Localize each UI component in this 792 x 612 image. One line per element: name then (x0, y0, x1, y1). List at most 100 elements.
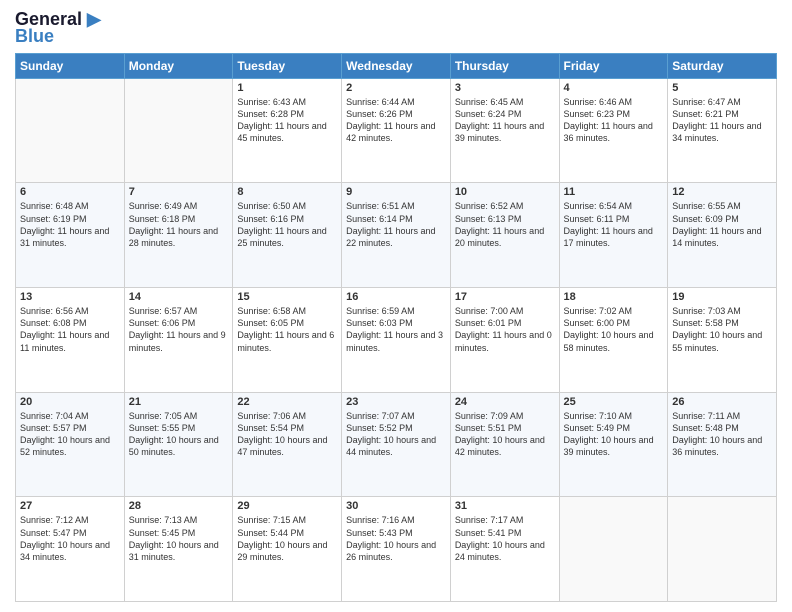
day-number: 16 (346, 291, 446, 303)
day-number: 9 (346, 186, 446, 198)
cell-info: Sunrise: 6:58 AM Sunset: 6:05 PM Dayligh… (237, 305, 337, 354)
calendar-cell (559, 497, 668, 602)
calendar-cell: 2 Sunrise: 6:44 AM Sunset: 6:26 PM Daylig… (342, 78, 451, 183)
calendar-cell: 27 Sunrise: 7:12 AM Sunset: 5:47 PM Dayli… (16, 497, 125, 602)
calendar-cell: 11 Sunrise: 6:54 AM Sunset: 6:11 PM Dayli… (559, 183, 668, 288)
calendar-cell: 9 Sunrise: 6:51 AM Sunset: 6:14 PM Daylig… (342, 183, 451, 288)
calendar-cell: 7 Sunrise: 6:49 AM Sunset: 6:18 PM Daylig… (124, 183, 233, 288)
calendar-cell: 8 Sunrise: 6:50 AM Sunset: 6:16 PM Daylig… (233, 183, 342, 288)
cell-info: Sunrise: 6:47 AM Sunset: 6:21 PM Dayligh… (672, 96, 772, 145)
calendar-weekday-saturday: Saturday (668, 53, 777, 78)
logo: General ▶ Blue (15, 10, 101, 47)
cell-info: Sunrise: 7:04 AM Sunset: 5:57 PM Dayligh… (20, 410, 120, 459)
calendar-cell: 10 Sunrise: 6:52 AM Sunset: 6:13 PM Dayli… (450, 183, 559, 288)
calendar-week-1: 6Sunrise: 6:48 AM Sunset: 6:19 PM Daylig… (16, 183, 777, 288)
calendar-weekday-wednesday: Wednesday (342, 53, 451, 78)
calendar-cell: 31 Sunrise: 7:17 AM Sunset: 5:41 PM Dayli… (450, 497, 559, 602)
day-number: 10 (455, 186, 555, 198)
cell-info: Sunrise: 6:46 AM Sunset: 6:23 PM Dayligh… (564, 96, 664, 145)
calendar-cell: 28 Sunrise: 7:13 AM Sunset: 5:45 PM Dayli… (124, 497, 233, 602)
calendar-cell: 25 Sunrise: 7:10 AM Sunset: 5:49 PM Dayli… (559, 392, 668, 497)
day-number: 19 (672, 291, 772, 303)
cell-info: Sunrise: 7:06 AM Sunset: 5:54 PM Dayligh… (237, 410, 337, 459)
cell-info: Sunrise: 7:07 AM Sunset: 5:52 PM Dayligh… (346, 410, 446, 459)
calendar-cell (668, 497, 777, 602)
cell-info: Sunrise: 6:52 AM Sunset: 6:13 PM Dayligh… (455, 200, 555, 249)
logo-blue: Blue (15, 26, 54, 47)
calendar-week-4: 27 Sunrise: 7:12 AM Sunset: 5:47 PM Dayli… (16, 497, 777, 602)
cell-info: Sunrise: 7:10 AM Sunset: 5:49 PM Dayligh… (564, 410, 664, 459)
cell-info: Sunrise: 6:50 AM Sunset: 6:16 PM Dayligh… (237, 200, 337, 249)
calendar-cell: 13Sunrise: 6:56 AM Sunset: 6:08 PM Dayli… (16, 288, 125, 393)
day-number: 15 (237, 291, 337, 303)
day-number: 8 (237, 186, 337, 198)
cell-info: Sunrise: 6:43 AM Sunset: 6:28 PM Dayligh… (237, 96, 337, 145)
day-number: 30 (346, 500, 446, 512)
day-number: 23 (346, 396, 446, 408)
day-number: 14 (129, 291, 229, 303)
day-number: 31 (455, 500, 555, 512)
cell-info: Sunrise: 7:13 AM Sunset: 5:45 PM Dayligh… (129, 514, 229, 563)
calendar-cell: 15 Sunrise: 6:58 AM Sunset: 6:05 PM Dayli… (233, 288, 342, 393)
calendar-cell: 26 Sunrise: 7:11 AM Sunset: 5:48 PM Dayli… (668, 392, 777, 497)
calendar-cell: 5 Sunrise: 6:47 AM Sunset: 6:21 PM Daylig… (668, 78, 777, 183)
calendar-cell: 17Sunrise: 7:00 AM Sunset: 6:01 PM Dayli… (450, 288, 559, 393)
cell-info: Sunrise: 6:57 AM Sunset: 6:06 PM Dayligh… (129, 305, 229, 354)
day-number: 3 (455, 82, 555, 94)
cell-info: Sunrise: 7:02 AM Sunset: 6:00 PM Dayligh… (564, 305, 664, 354)
day-number: 27 (20, 500, 120, 512)
calendar-cell: 24Sunrise: 7:09 AM Sunset: 5:51 PM Dayli… (450, 392, 559, 497)
header: General ▶ Blue (15, 10, 777, 47)
day-number: 20 (20, 396, 120, 408)
cell-info: Sunrise: 7:17 AM Sunset: 5:41 PM Dayligh… (455, 514, 555, 563)
cell-info: Sunrise: 7:12 AM Sunset: 5:47 PM Dayligh… (20, 514, 120, 563)
calendar-cell: 1 Sunrise: 6:43 AM Sunset: 6:28 PM Daylig… (233, 78, 342, 183)
calendar-cell: 20 Sunrise: 7:04 AM Sunset: 5:57 PM Dayli… (16, 392, 125, 497)
day-number: 28 (129, 500, 229, 512)
calendar-week-2: 13Sunrise: 6:56 AM Sunset: 6:08 PM Dayli… (16, 288, 777, 393)
calendar-cell: 30 Sunrise: 7:16 AM Sunset: 5:43 PM Dayli… (342, 497, 451, 602)
day-number: 25 (564, 396, 664, 408)
day-number: 5 (672, 82, 772, 94)
day-number: 24 (455, 396, 555, 408)
cell-info: Sunrise: 7:11 AM Sunset: 5:48 PM Dayligh… (672, 410, 772, 459)
cell-info: Sunrise: 6:48 AM Sunset: 6:19 PM Dayligh… (20, 200, 120, 249)
cell-info: Sunrise: 7:16 AM Sunset: 5:43 PM Dayligh… (346, 514, 446, 563)
calendar-weekday-thursday: Thursday (450, 53, 559, 78)
calendar-cell: 23 Sunrise: 7:07 AM Sunset: 5:52 PM Dayli… (342, 392, 451, 497)
calendar-weekday-sunday: Sunday (16, 53, 125, 78)
day-number: 11 (564, 186, 664, 198)
calendar-cell: 21Sunrise: 7:05 AM Sunset: 5:55 PM Dayli… (124, 392, 233, 497)
day-number: 12 (672, 186, 772, 198)
calendar-cell: 6Sunrise: 6:48 AM Sunset: 6:19 PM Daylig… (16, 183, 125, 288)
cell-info: Sunrise: 7:00 AM Sunset: 6:01 PM Dayligh… (455, 305, 555, 354)
cell-info: Sunrise: 6:55 AM Sunset: 6:09 PM Dayligh… (672, 200, 772, 249)
calendar-weekday-monday: Monday (124, 53, 233, 78)
calendar-header-row: SundayMondayTuesdayWednesdayThursdayFrid… (16, 53, 777, 78)
cell-info: Sunrise: 6:45 AM Sunset: 6:24 PM Dayligh… (455, 96, 555, 145)
calendar-week-3: 20 Sunrise: 7:04 AM Sunset: 5:57 PM Dayli… (16, 392, 777, 497)
calendar-cell (124, 78, 233, 183)
cell-info: Sunrise: 6:44 AM Sunset: 6:26 PM Dayligh… (346, 96, 446, 145)
cell-info: Sunrise: 6:51 AM Sunset: 6:14 PM Dayligh… (346, 200, 446, 249)
day-number: 18 (564, 291, 664, 303)
calendar-cell: 22 Sunrise: 7:06 AM Sunset: 5:54 PM Dayli… (233, 392, 342, 497)
day-number: 2 (346, 82, 446, 94)
cell-info: Sunrise: 6:54 AM Sunset: 6:11 PM Dayligh… (564, 200, 664, 249)
day-number: 4 (564, 82, 664, 94)
cell-info: Sunrise: 7:15 AM Sunset: 5:44 PM Dayligh… (237, 514, 337, 563)
calendar-cell: 18 Sunrise: 7:02 AM Sunset: 6:00 PM Dayli… (559, 288, 668, 393)
cell-info: Sunrise: 6:59 AM Sunset: 6:03 PM Dayligh… (346, 305, 446, 354)
day-number: 26 (672, 396, 772, 408)
calendar-table: SundayMondayTuesdayWednesdayThursdayFrid… (15, 53, 777, 602)
day-number: 22 (237, 396, 337, 408)
calendar-cell: 3 Sunrise: 6:45 AM Sunset: 6:24 PM Daylig… (450, 78, 559, 183)
cell-info: Sunrise: 6:49 AM Sunset: 6:18 PM Dayligh… (129, 200, 229, 249)
cell-info: Sunrise: 6:56 AM Sunset: 6:08 PM Dayligh… (20, 305, 120, 354)
day-number: 1 (237, 82, 337, 94)
day-number: 29 (237, 500, 337, 512)
day-number: 7 (129, 186, 229, 198)
page: General ▶ Blue SundayMondayTuesdayWednes… (0, 0, 792, 612)
cell-info: Sunrise: 7:05 AM Sunset: 5:55 PM Dayligh… (129, 410, 229, 459)
calendar-cell: 12 Sunrise: 6:55 AM Sunset: 6:09 PM Dayli… (668, 183, 777, 288)
